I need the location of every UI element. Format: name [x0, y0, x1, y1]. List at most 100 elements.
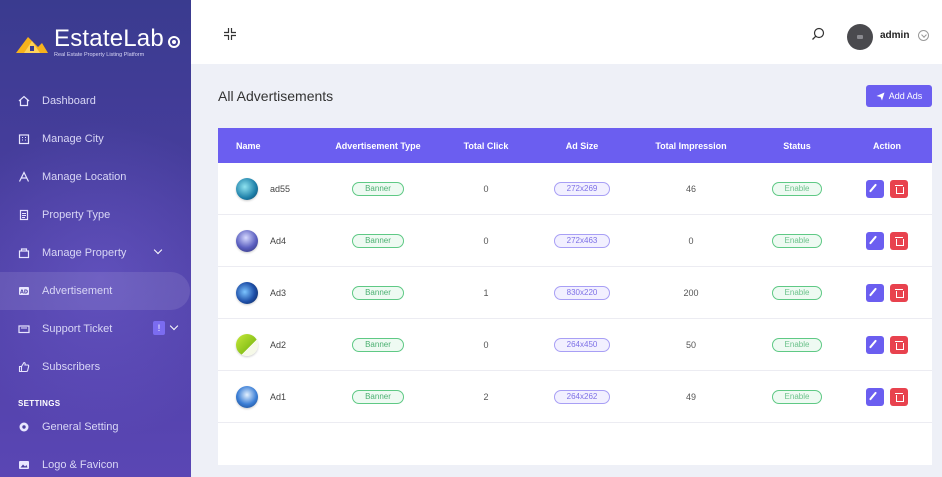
edit-button[interactable]: [866, 231, 884, 250]
impressions-cell: 0: [688, 235, 694, 246]
type-cell: Banner: [318, 337, 438, 352]
add-ads-label: Add Ads: [888, 91, 923, 101]
column-header-clicks[interactable]: Total Click: [438, 141, 534, 151]
type-badge: Banner: [352, 181, 404, 196]
name-cell: Ad4: [218, 229, 318, 252]
ad-name: Ad2: [270, 339, 287, 350]
sidebar-item-manage-city[interactable]: Manage City: [0, 120, 191, 158]
size-cell: 264x450: [534, 337, 630, 352]
edit-button[interactable]: [866, 387, 884, 406]
settings-section-label: SETTINGS: [18, 399, 61, 408]
action-cell: [842, 387, 932, 406]
impressions-cell: 49: [685, 391, 696, 402]
ad-thumbnail: [236, 281, 258, 304]
delete-button[interactable]: [890, 387, 908, 406]
gear-icon: [18, 421, 30, 433]
size-badge: 830x220: [553, 285, 611, 300]
delete-button[interactable]: [890, 179, 908, 198]
sidebar-item-label: Manage Property: [42, 247, 127, 259]
edit-button[interactable]: [866, 283, 884, 302]
chevron-down-icon[interactable]: [918, 30, 929, 41]
sidebar-item-label: Support Ticket: [42, 323, 113, 335]
sidebar-item-general-setting[interactable]: General Setting: [0, 408, 191, 446]
column-header-action: Action: [873, 140, 901, 151]
sidebar-item-manage-location[interactable]: Manage Location: [0, 158, 191, 196]
column-header-name[interactable]: Name: [218, 141, 318, 151]
building-icon: [18, 133, 30, 145]
column-header-status[interactable]: Status: [752, 141, 842, 151]
document-icon: [18, 209, 30, 221]
status-badge: Enable: [771, 233, 823, 248]
table-header: Name Advertisement Type Total Click Ad S…: [218, 128, 932, 163]
chevron-down-icon[interactable]: [169, 321, 179, 331]
type-cell: Banner: [318, 285, 438, 300]
clicks-cell: 0: [483, 235, 489, 246]
sidebar-item-subscribers[interactable]: Subscribers: [0, 348, 191, 386]
column-header-type[interactable]: Advertisement Type: [318, 141, 438, 151]
registered-icon: [167, 36, 180, 48]
status-cell: Enable: [752, 285, 842, 300]
collapse-icon[interactable]: [223, 27, 237, 41]
brand-tagline: Real Estate Property Listing Platform: [54, 51, 145, 58]
sidebar-item-support-ticket[interactable]: Support Ticket !: [0, 310, 191, 348]
sidebar-item-advertisement[interactable]: AD Advertisement: [0, 272, 190, 310]
sidebar-item-label: Advertisement: [42, 285, 113, 297]
column-header-impressions[interactable]: Total Impression: [630, 141, 752, 151]
table-row: Ad1 Banner 2 264x262 49 Enable: [218, 371, 932, 423]
send-icon: [876, 92, 885, 101]
ads-table-card: Name Advertisement Type Total Click Ad S…: [218, 128, 932, 465]
user-name[interactable]: admin: [880, 30, 909, 41]
table-row: Ad4 Banner 0 272x463 0 Enable: [218, 215, 932, 267]
ticket-icon: [18, 323, 30, 335]
table-row: Ad3 Banner 1 830x220 200 Enable: [218, 267, 932, 319]
clicks-cell: 1: [483, 287, 489, 298]
add-ads-button[interactable]: Add Ads: [866, 85, 932, 107]
edit-button[interactable]: [866, 179, 884, 198]
column-header-size[interactable]: Ad Size: [534, 141, 630, 151]
ad-thumbnail: [236, 385, 258, 408]
size-cell: 272x269: [534, 181, 630, 196]
type-cell: Banner: [318, 389, 438, 404]
sidebar-item-label: Manage Location: [42, 171, 127, 183]
sidebar-item-label: Logo & Favicon: [42, 459, 119, 471]
size-badge: 272x269: [553, 181, 611, 196]
ad-name: Ad4: [270, 235, 287, 246]
sidebar-item-manage-property[interactable]: Manage Property: [0, 234, 191, 272]
name-cell: Ad3: [218, 281, 318, 304]
edit-button[interactable]: [866, 335, 884, 354]
clicks-cell: 2: [483, 391, 489, 402]
type-badge: Banner: [352, 285, 404, 300]
ad-thumbnail: [236, 229, 258, 252]
status-cell: Enable: [752, 337, 842, 352]
delete-button[interactable]: [890, 231, 908, 250]
status-cell: Enable: [752, 233, 842, 248]
chevron-down-icon[interactable]: [153, 245, 163, 255]
type-badge: Banner: [352, 337, 404, 352]
type-cell: Banner: [318, 233, 438, 248]
search-icon[interactable]: [811, 27, 825, 41]
sidebar-item-dashboard[interactable]: Dashboard: [0, 82, 191, 120]
status-badge: Enable: [771, 389, 823, 404]
thumbs-up-icon: [18, 361, 30, 373]
sidebar-item-property-type[interactable]: Property Type: [0, 196, 191, 234]
action-cell: [842, 335, 932, 354]
sidebar-item-label: Dashboard: [42, 95, 96, 107]
action-cell: [842, 231, 932, 250]
notification-badge: !: [153, 321, 165, 335]
table-row: ad55 Banner 0 272x269 46 Enable: [218, 163, 932, 215]
delete-button[interactable]: [890, 283, 908, 302]
impressions-cell: 200: [683, 287, 699, 298]
status-cell: Enable: [752, 181, 842, 196]
action-cell: [842, 179, 932, 198]
status-badge: Enable: [771, 285, 823, 300]
impressions-cell: 46: [685, 183, 696, 194]
avatar[interactable]: [847, 24, 873, 50]
brand[interactable]: EstateLab Real Estate Property Listing P…: [14, 22, 180, 62]
type-badge: Banner: [352, 233, 404, 248]
sidebar-item-label: General Setting: [42, 421, 119, 433]
size-cell: 830x220: [534, 285, 630, 300]
sidebar-item-logo-favicon[interactable]: Logo & Favicon: [0, 446, 191, 477]
size-badge: 264x450: [553, 337, 611, 352]
delete-button[interactable]: [890, 335, 908, 354]
name-cell: ad55: [218, 177, 318, 200]
